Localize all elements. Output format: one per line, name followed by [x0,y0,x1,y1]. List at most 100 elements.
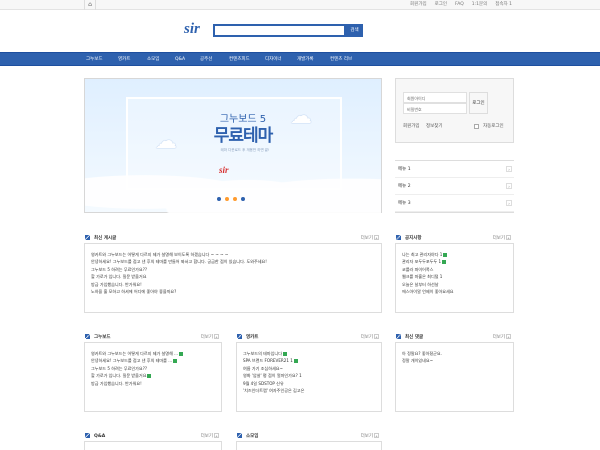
pencil-icon [237,433,242,438]
notice-list: 나는 최고 관리자야다 1 관리자 포두두포두두 1 코를라 파이어폭스 웹크를… [402,251,507,295]
latest-posts-list: 영카트와 그누보드는 어떻게 다르지 제가 설명해 보이도록 하겠습니다 ~ ~… [91,251,375,295]
plus-icon: + [506,235,511,240]
list-item[interactable]: 여름 가기 조심하세요~ [243,365,375,372]
more-button[interactable]: 더보기 + [361,432,379,442]
list-item[interactable]: 영화 '암살' 평 점이 얼마인가요? 1 [243,372,375,379]
faq-link[interactable]: FAQ [455,0,464,10]
home-button[interactable]: ⌂ [84,0,96,10]
gnuboard-list: 영카트와 그누보드는 어떻게 다르지 제가 설명해 ... 안녕하세요! 그누보… [91,350,215,387]
new-icon [173,359,178,364]
list-item[interactable]: 그누보드 5 하려는 무료인가요?? [91,365,215,372]
nav-content-review[interactable]: 컨텐츠 리브 [330,53,352,67]
list-item[interactable]: 정말 개이있네요~ [402,357,507,364]
list-item[interactable]: 할 가로가 입니다. 질문 받을거요 [91,273,375,280]
gnuboard-header: 그누보드 더보기 + [85,333,221,343]
list-item[interactable]: 노하을 흘 모하고 하셔에 어디에 좋아야 좋을까요? [91,288,375,295]
plus-icon: + [506,334,511,339]
list-item[interactable]: 안녕하세요! 그누보드를 접고 낸 후의 테마를 만들어 봐서고 합니다. 궁금… [91,258,375,265]
list-item[interactable]: 방금 가입했습니다. 반가워요! [91,281,375,288]
new-icon [147,374,152,379]
list-item[interactable]: 영카트와 그누보드는 어떻게 다르지 제가 설명해 ... [91,350,215,357]
nav-item-5[interactable]: 공주선 [200,53,212,67]
youngcart-box: 영카트 더보기 + 그누보드의 테마입니다 SPA 브랜드 FOREVER21 1 … [236,334,382,412]
youngcart-list: 그누보드의 테마입니다 SPA 브랜드 FOREVER21 1 여름 가기 조심… [243,350,375,394]
search-button[interactable]: 검색 [346,24,363,37]
login-link[interactable]: 로그인 [435,0,447,10]
list-item[interactable]: SPA 브랜드 FOREVER21 1 [243,357,375,364]
qa-box: Q&A 더보기 + [84,433,222,450]
login-button[interactable]: 로그인 [469,92,488,114]
latest-posts-box: 최신 게시글 더보기 + 영카트와 그누보드는 어떻게 다르지 제가 설명해 보이도… [84,235,382,313]
pencil-icon [85,433,90,438]
club-header: 소모임 더보기 + [237,432,381,442]
list-item[interactable]: 9월 4일 SDSTOP 신유 [243,380,375,387]
nav-developer[interactable]: 개발가록 [297,53,314,67]
more-button[interactable]: 더보기 + [361,333,379,343]
slide-dot[interactable] [233,197,237,201]
list-item[interactable]: 아 정말요? 좋아졌군요. [402,350,507,357]
list-item[interactable]: 웹크를 마흘은 최디털 1 [402,273,507,280]
nav-youngcart[interactable]: 영카트 [118,53,130,67]
list-item[interactable]: 에스아이알 언제이 좋아요세요 [402,288,507,295]
find-info-button[interactable]: 정보찾기 [426,124,443,129]
pencil-icon [396,235,401,240]
banner-logo: sir [219,165,229,175]
id-input[interactable]: 회원아이디 [403,92,467,103]
new-icon [179,352,184,356]
nav-designer[interactable]: 디자이너 [265,53,282,67]
plus-icon: + [374,433,379,438]
list-item[interactable]: 관리자 포두두포두두 1 [402,258,507,265]
list-item[interactable]: 그누보드의 테마입니다 [243,350,375,357]
slide-dot[interactable] [217,197,221,201]
list-item[interactable]: 방금 가입했습니다. 반가워요! [91,380,215,387]
list-item[interactable]: 할 가로가 입니다. 질문 받을거요 [91,372,215,379]
banner-headline: 무료테마 [213,126,274,146]
top-bar: ⌂ 회원가입 로그인 FAQ 1:1문의 접속자 1 [0,0,600,10]
home-icon: ⌂ [88,1,92,8]
more-button[interactable]: 더보기 + [493,333,511,343]
nav-content-feed[interactable]: 컨텐츠피드 [229,53,250,67]
more-button[interactable]: 더보기 + [201,432,219,442]
qa-link[interactable]: 1:1문의 [472,0,488,10]
nav-qa[interactable]: Q&A [175,53,185,67]
new-icon [442,260,447,265]
list-item[interactable]: 오늘은 날부터 하선날 [402,281,507,288]
nav-gnuboard[interactable]: 그누보드 [86,53,103,67]
side-menu-item[interactable]: 메뉴 1 › [395,161,514,178]
side-menu-item[interactable]: 메뉴 2 › [395,178,514,195]
more-button[interactable]: 더보기 + [493,234,511,244]
auto-login-checkbox[interactable] [474,124,479,129]
list-item[interactable]: '치즈인더트랩' 여자주인공은 김고은 [243,387,375,394]
notice-box: 공지사항 더보기 + 나는 최고 관리자야다 1 관리자 포두두포두두 1 코를라 … [395,235,514,313]
slide-dot-active[interactable] [225,197,229,201]
list-item[interactable]: 안녕하세요! 그누보드를 접고 낸 후의 테마를 ... [91,357,215,364]
list-item[interactable]: 나는 최고 관리자야다 1 [402,251,507,258]
latest-comments-list: 아 정말요? 좋아졌군요. 정말 개이있네요~ [402,350,507,365]
nav-club[interactable]: 소모임 [147,53,159,67]
arrow-right-icon: › [506,166,512,172]
youngcart-header: 영카트 더보기 + [237,333,381,343]
password-input[interactable]: 비밀번호 [403,103,467,114]
side-menu-item[interactable]: 메뉴 3 › [395,195,514,212]
latest-posts-header: 최신 게시글 더보기 + [85,234,381,244]
main-banner[interactable]: 그누보드 5 무료테마 테마 다운로드 후 게용만 하면 끝! sir ☁ ☁ [84,78,382,213]
list-item[interactable]: 영카트와 그누보드는 어떻게 다르지 제가 설명해 보이도록 하겠습니다 ~ ~… [91,251,375,258]
site-logo[interactable]: sir [184,22,208,37]
join-link[interactable]: 회원가입 [410,0,427,10]
main-nav: 그누보드 영카트 소모임 Q&A 공주선 컨텐츠피드 디자이너 개발가록 컨텐츠… [0,52,600,66]
plus-icon: + [214,433,219,438]
visitors-link[interactable]: 접속자 1 [495,0,512,10]
plus-icon: + [374,235,379,240]
pencil-icon [396,334,401,339]
notice-header: 공지사항 더보기 + [396,234,513,244]
list-item[interactable]: 코를라 파이어폭스 [402,266,507,273]
more-button[interactable]: 더보기 + [201,333,219,343]
list-item[interactable]: 그누보드 5 하려는 무료인가요?? [91,266,375,273]
search-input[interactable] [213,24,346,37]
arrow-right-icon: › [506,200,512,206]
angel-right-icon: ☁ [290,104,312,129]
club-box: 소모임 더보기 + [236,433,382,450]
more-button[interactable]: 더보기 + [361,234,379,244]
slide-dot[interactable] [241,197,245,201]
join-button[interactable]: 회원가입 [403,124,420,129]
